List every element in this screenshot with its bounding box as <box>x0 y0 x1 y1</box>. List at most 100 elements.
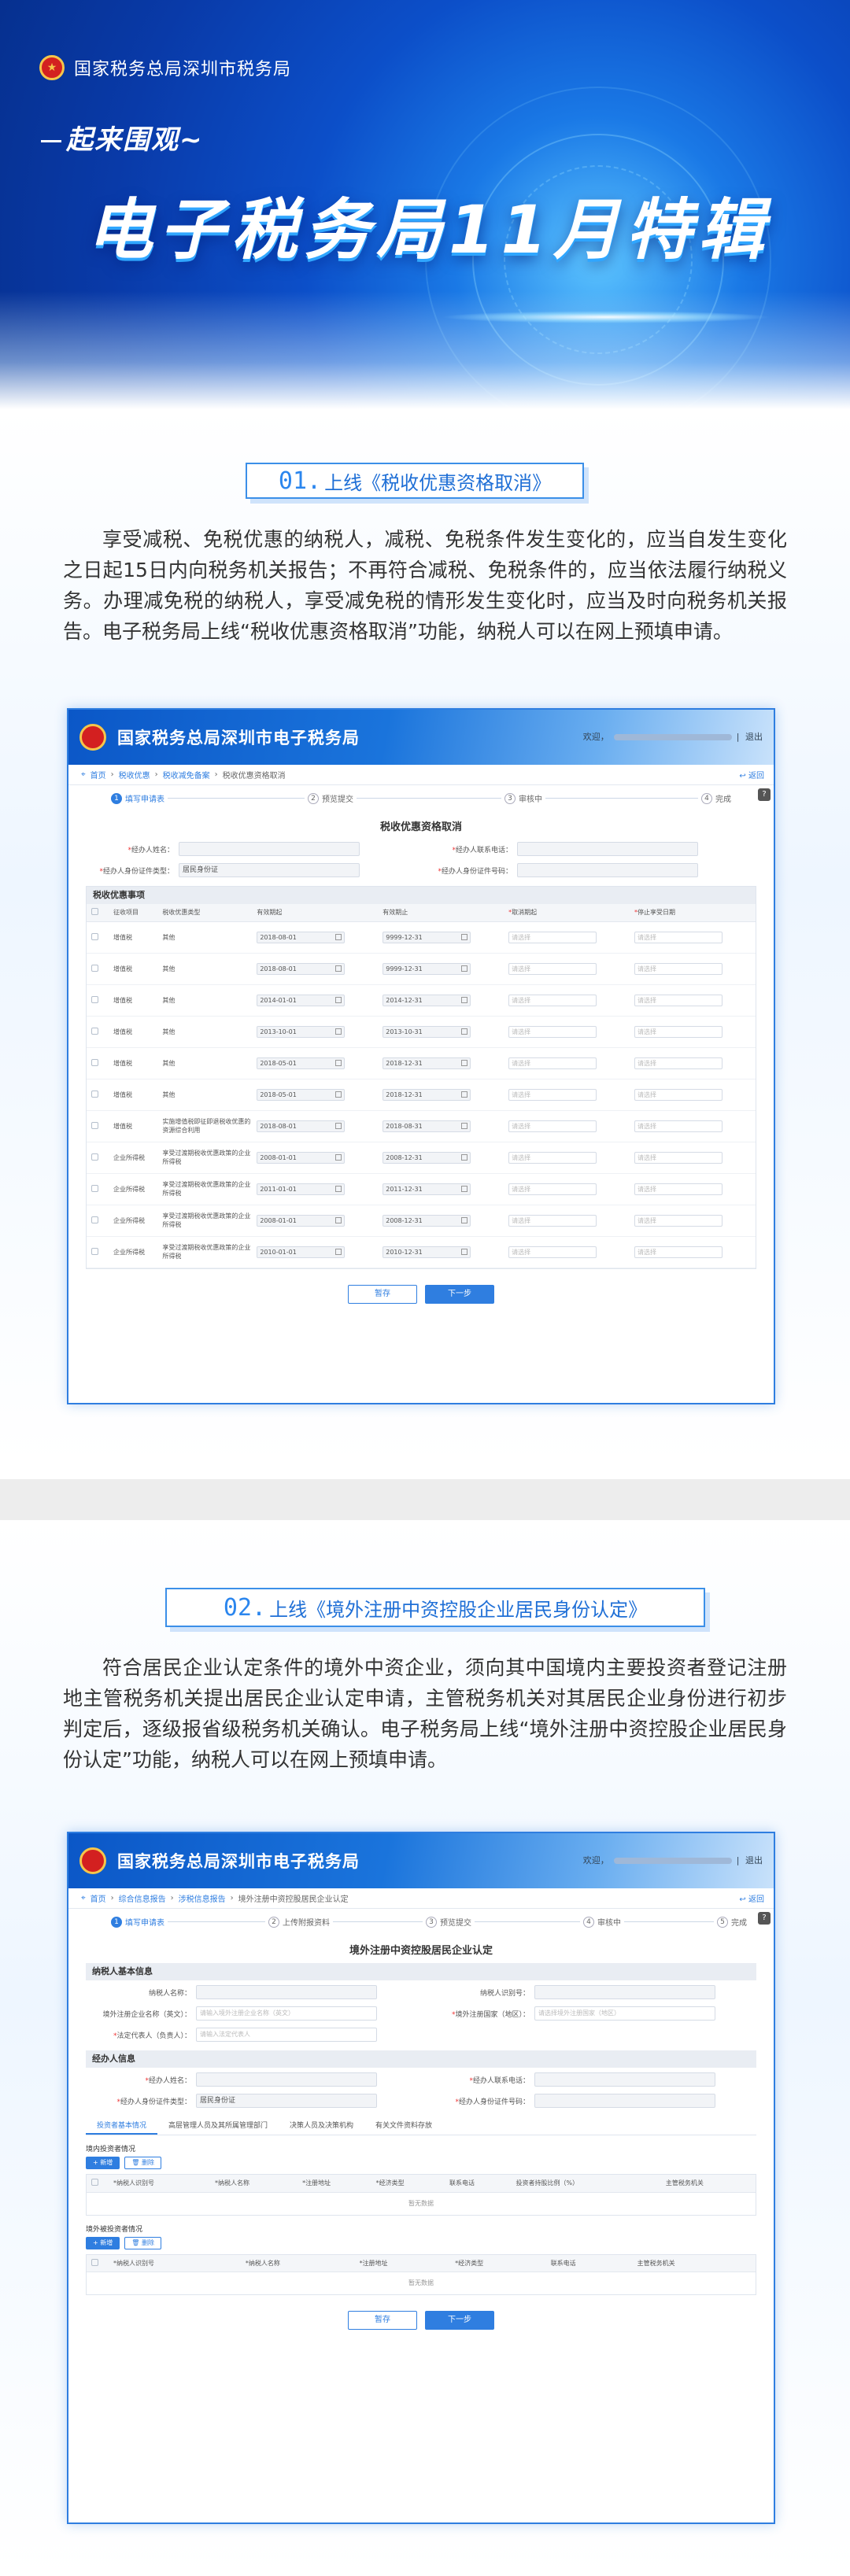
back-button[interactable]: ↩ 返回 <box>739 769 764 781</box>
cancel-start-picker[interactable]: 请选择 <box>508 931 597 943</box>
column-header: 投资者持股比例（%） <box>511 2175 661 2193</box>
tax-item-cell: 企业所得税 <box>109 1173 158 1205</box>
calendar-icon <box>335 1153 342 1161</box>
stop-date-picker[interactable]: 请选择 <box>634 1025 723 1038</box>
org-brand: ★ 国家税务总局深圳市税务局 <box>39 55 291 80</box>
help-icon[interactable]: ? <box>758 788 771 801</box>
row-checkbox[interactable] <box>91 932 98 940</box>
row-checkbox[interactable] <box>91 964 98 972</box>
agent-id-type-select[interactable]: 居民身份证 <box>179 863 360 877</box>
tab-investor[interactable]: 投资者基本情况 <box>86 2117 158 2135</box>
benefit-type-cell: 享受过渡期税收优惠政策的企业所得税 <box>157 1173 253 1205</box>
back-button[interactable]: ↩ 返回 <box>739 1892 764 1904</box>
next-step-button[interactable]: 下一步 <box>425 2311 494 2330</box>
cancel-start-picker[interactable]: 请选择 <box>508 1120 597 1132</box>
row-checkbox[interactable] <box>91 1058 98 1066</box>
agent-name-input[interactable] <box>196 2072 377 2087</box>
cancel-start-cell: 请选择 <box>504 1110 630 1142</box>
select-all-checkbox[interactable] <box>91 2179 98 2187</box>
breadcrumb-home[interactable]: 首页 <box>91 769 106 781</box>
stop-date-picker[interactable]: 请选择 <box>634 1214 723 1227</box>
stop-date-cell: 请选择 <box>630 921 756 954</box>
row-checkbox[interactable] <box>91 1216 98 1223</box>
breadcrumb-home[interactable]: 首页 <box>91 1892 106 1904</box>
logout-link[interactable]: 退出 <box>745 732 763 742</box>
stop-date-picker[interactable]: 请选择 <box>634 994 723 1006</box>
delete-row-button[interactable]: 🗑 删除 <box>124 2157 161 2169</box>
welcome-text: 欢迎， <box>582 1855 609 1866</box>
stop-date-picker[interactable]: 请选择 <box>634 1183 723 1195</box>
cancel-start-picker[interactable]: 请选择 <box>508 994 597 1006</box>
save-draft-button[interactable]: 暂存 <box>348 2311 417 2330</box>
column-header: *取消期起 <box>504 904 630 922</box>
breadcrumb-item[interactable]: 税收减免备案 <box>163 769 210 781</box>
stop-date-picker[interactable]: 请选择 <box>634 962 723 975</box>
cancel-start-picker[interactable]: 请选择 <box>508 1057 597 1069</box>
tab-decision[interactable]: 决策人员及决策机构 <box>279 2117 364 2135</box>
help-icon[interactable]: ? <box>758 1912 771 1925</box>
calendar-icon <box>461 1216 468 1223</box>
agent-id-no-label: *经办人身份证件号码： <box>455 2098 530 2106</box>
benefit-type-cell: 享受过渡期税收优惠政策的企业所得税 <box>157 1205 253 1237</box>
delete-row-button[interactable]: 🗑 删除 <box>124 2236 161 2249</box>
form-actions: 暂存 下一步 <box>68 1284 774 1304</box>
stop-date-picker[interactable]: 请选择 <box>634 931 723 943</box>
cancel-start-picker[interactable]: 请选择 <box>508 1088 597 1101</box>
next-step-button[interactable]: 下一步 <box>425 1284 494 1304</box>
add-row-button[interactable]: + 新增 <box>86 2236 120 2249</box>
benefit-type-cell: 其他 <box>157 984 253 1017</box>
agent-id-type-select[interactable]: 居民身份证 <box>196 2094 377 2108</box>
stop-date-picker[interactable]: 请选择 <box>634 1151 723 1164</box>
end-date-field: 2014-12-31 <box>382 994 471 1006</box>
save-draft-button[interactable]: 暂存 <box>348 1284 417 1304</box>
row-checkbox[interactable] <box>91 1153 98 1161</box>
app-name: 国家税务总局深圳市电子税务局 <box>117 1852 360 1871</box>
cancel-start-picker[interactable]: 请选择 <box>508 1025 597 1038</box>
column-header: *注册地址 <box>354 2254 451 2272</box>
cancel-start-picker[interactable]: 请选择 <box>508 962 597 975</box>
tab-documents[interactable]: 有关文件资料存放 <box>364 2117 443 2135</box>
row-checkbox[interactable] <box>91 1247 98 1255</box>
select-all-checkbox[interactable] <box>91 908 98 916</box>
stop-date-picker[interactable]: 请选择 <box>634 1246 723 1258</box>
legal-rep-input[interactable]: 请输入法定代表人 <box>196 2028 377 2042</box>
column-header: 联系电话 <box>545 2254 633 2272</box>
breadcrumb-item[interactable]: 综合信息报告 <box>119 1892 166 1904</box>
cancel-start-cell: 请选择 <box>504 1016 630 1048</box>
breadcrumb-item[interactable]: 涉税信息报告 <box>179 1892 226 1904</box>
row-checkbox[interactable] <box>91 995 98 1003</box>
select-all-checkbox[interactable] <box>91 2258 98 2266</box>
step-label: 审核中 <box>519 795 542 804</box>
tab-management[interactable]: 高层管理人员及其所属管理部门 <box>157 2117 279 2135</box>
logout-link[interactable]: 退出 <box>745 1855 763 1866</box>
row-checkbox[interactable] <box>91 1090 98 1098</box>
table-header: 征收项目 税收优惠类型 有效期起 有效期止 *取消期起 *停止享受日期 <box>87 904 756 922</box>
agent-id-no-input[interactable] <box>534 2094 715 2108</box>
calendar-icon <box>335 1248 342 1255</box>
agent-id-type-label: *经办人身份证件类型： <box>99 867 174 876</box>
cancel-start-picker[interactable]: 请选择 <box>508 1214 597 1227</box>
region-select[interactable]: 请选择境外注册国家（地区） <box>534 2006 715 2021</box>
breadcrumb-item[interactable]: 税收优惠 <box>119 769 150 781</box>
stop-date-picker[interactable]: 请选择 <box>634 1120 723 1132</box>
stop-date-picker[interactable]: 请选择 <box>634 1088 723 1101</box>
stop-date-cell: 请选择 <box>630 1110 756 1142</box>
row-checkbox[interactable] <box>91 1027 98 1035</box>
foreign-name-input[interactable]: 请输入境外注册企业名称（英文） <box>196 2006 377 2021</box>
agent-id-no-input[interactable] <box>517 863 698 877</box>
agent-name-input[interactable] <box>179 842 360 856</box>
add-row-button[interactable]: + 新增 <box>86 2157 120 2169</box>
back-label: 返回 <box>748 1895 764 1904</box>
tax-benefit-panel: 税收优惠事项 征收项目 税收优惠类型 有效期起 有效期止 *取消期起 *停止享受… <box>86 886 756 1269</box>
cancel-start-picker[interactable]: 请选择 <box>508 1246 597 1258</box>
cancel-start-picker[interactable]: 请选择 <box>508 1151 597 1164</box>
stop-date-picker[interactable]: 请选择 <box>634 1057 723 1069</box>
cancel-start-picker[interactable]: 请选择 <box>508 1183 597 1195</box>
agent-phone-input[interactable] <box>534 2072 715 2087</box>
agent-phone-input[interactable] <box>517 842 698 856</box>
end-date-cell: 2014-12-31 <box>378 984 504 1017</box>
row-checkbox[interactable] <box>91 1121 98 1129</box>
start-date-field: 2018-08-01 <box>257 931 346 943</box>
end-date-field: 2011-12-31 <box>382 1183 471 1195</box>
row-checkbox[interactable] <box>91 1184 98 1192</box>
